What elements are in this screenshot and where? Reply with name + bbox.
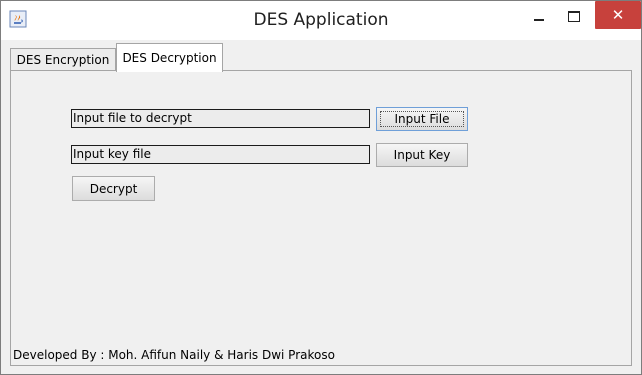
- developer-credits: Developed By : Moh. Afifun Naily & Haris…: [13, 348, 335, 362]
- title-bar[interactable]: DES Application ✕: [1, 1, 641, 40]
- maximize-icon: [568, 10, 580, 22]
- app-window: DES Application ✕ DES Encryption DES Dec…: [0, 0, 642, 375]
- minimize-icon: [534, 19, 544, 21]
- input-file-field[interactable]: Input file to decrypt: [71, 109, 370, 128]
- tab-des-decryption[interactable]: DES Decryption: [116, 43, 223, 72]
- decrypt-button-label: Decrypt: [89, 181, 138, 196]
- maximize-button[interactable]: [558, 1, 590, 31]
- close-icon: ✕: [611, 5, 625, 24]
- decrypt-button[interactable]: Decrypt: [72, 176, 155, 201]
- focus-ring: [380, 111, 464, 127]
- close-button[interactable]: ✕: [595, 1, 641, 29]
- tab-des-encryption[interactable]: DES Encryption: [10, 48, 116, 70]
- input-key-button-label: Input Key: [393, 148, 451, 162]
- minimize-button[interactable]: [523, 1, 555, 31]
- input-file-button[interactable]: Input File: [376, 107, 468, 131]
- input-key-field[interactable]: Input key file: [71, 145, 370, 164]
- input-key-button[interactable]: Input Key: [376, 143, 468, 167]
